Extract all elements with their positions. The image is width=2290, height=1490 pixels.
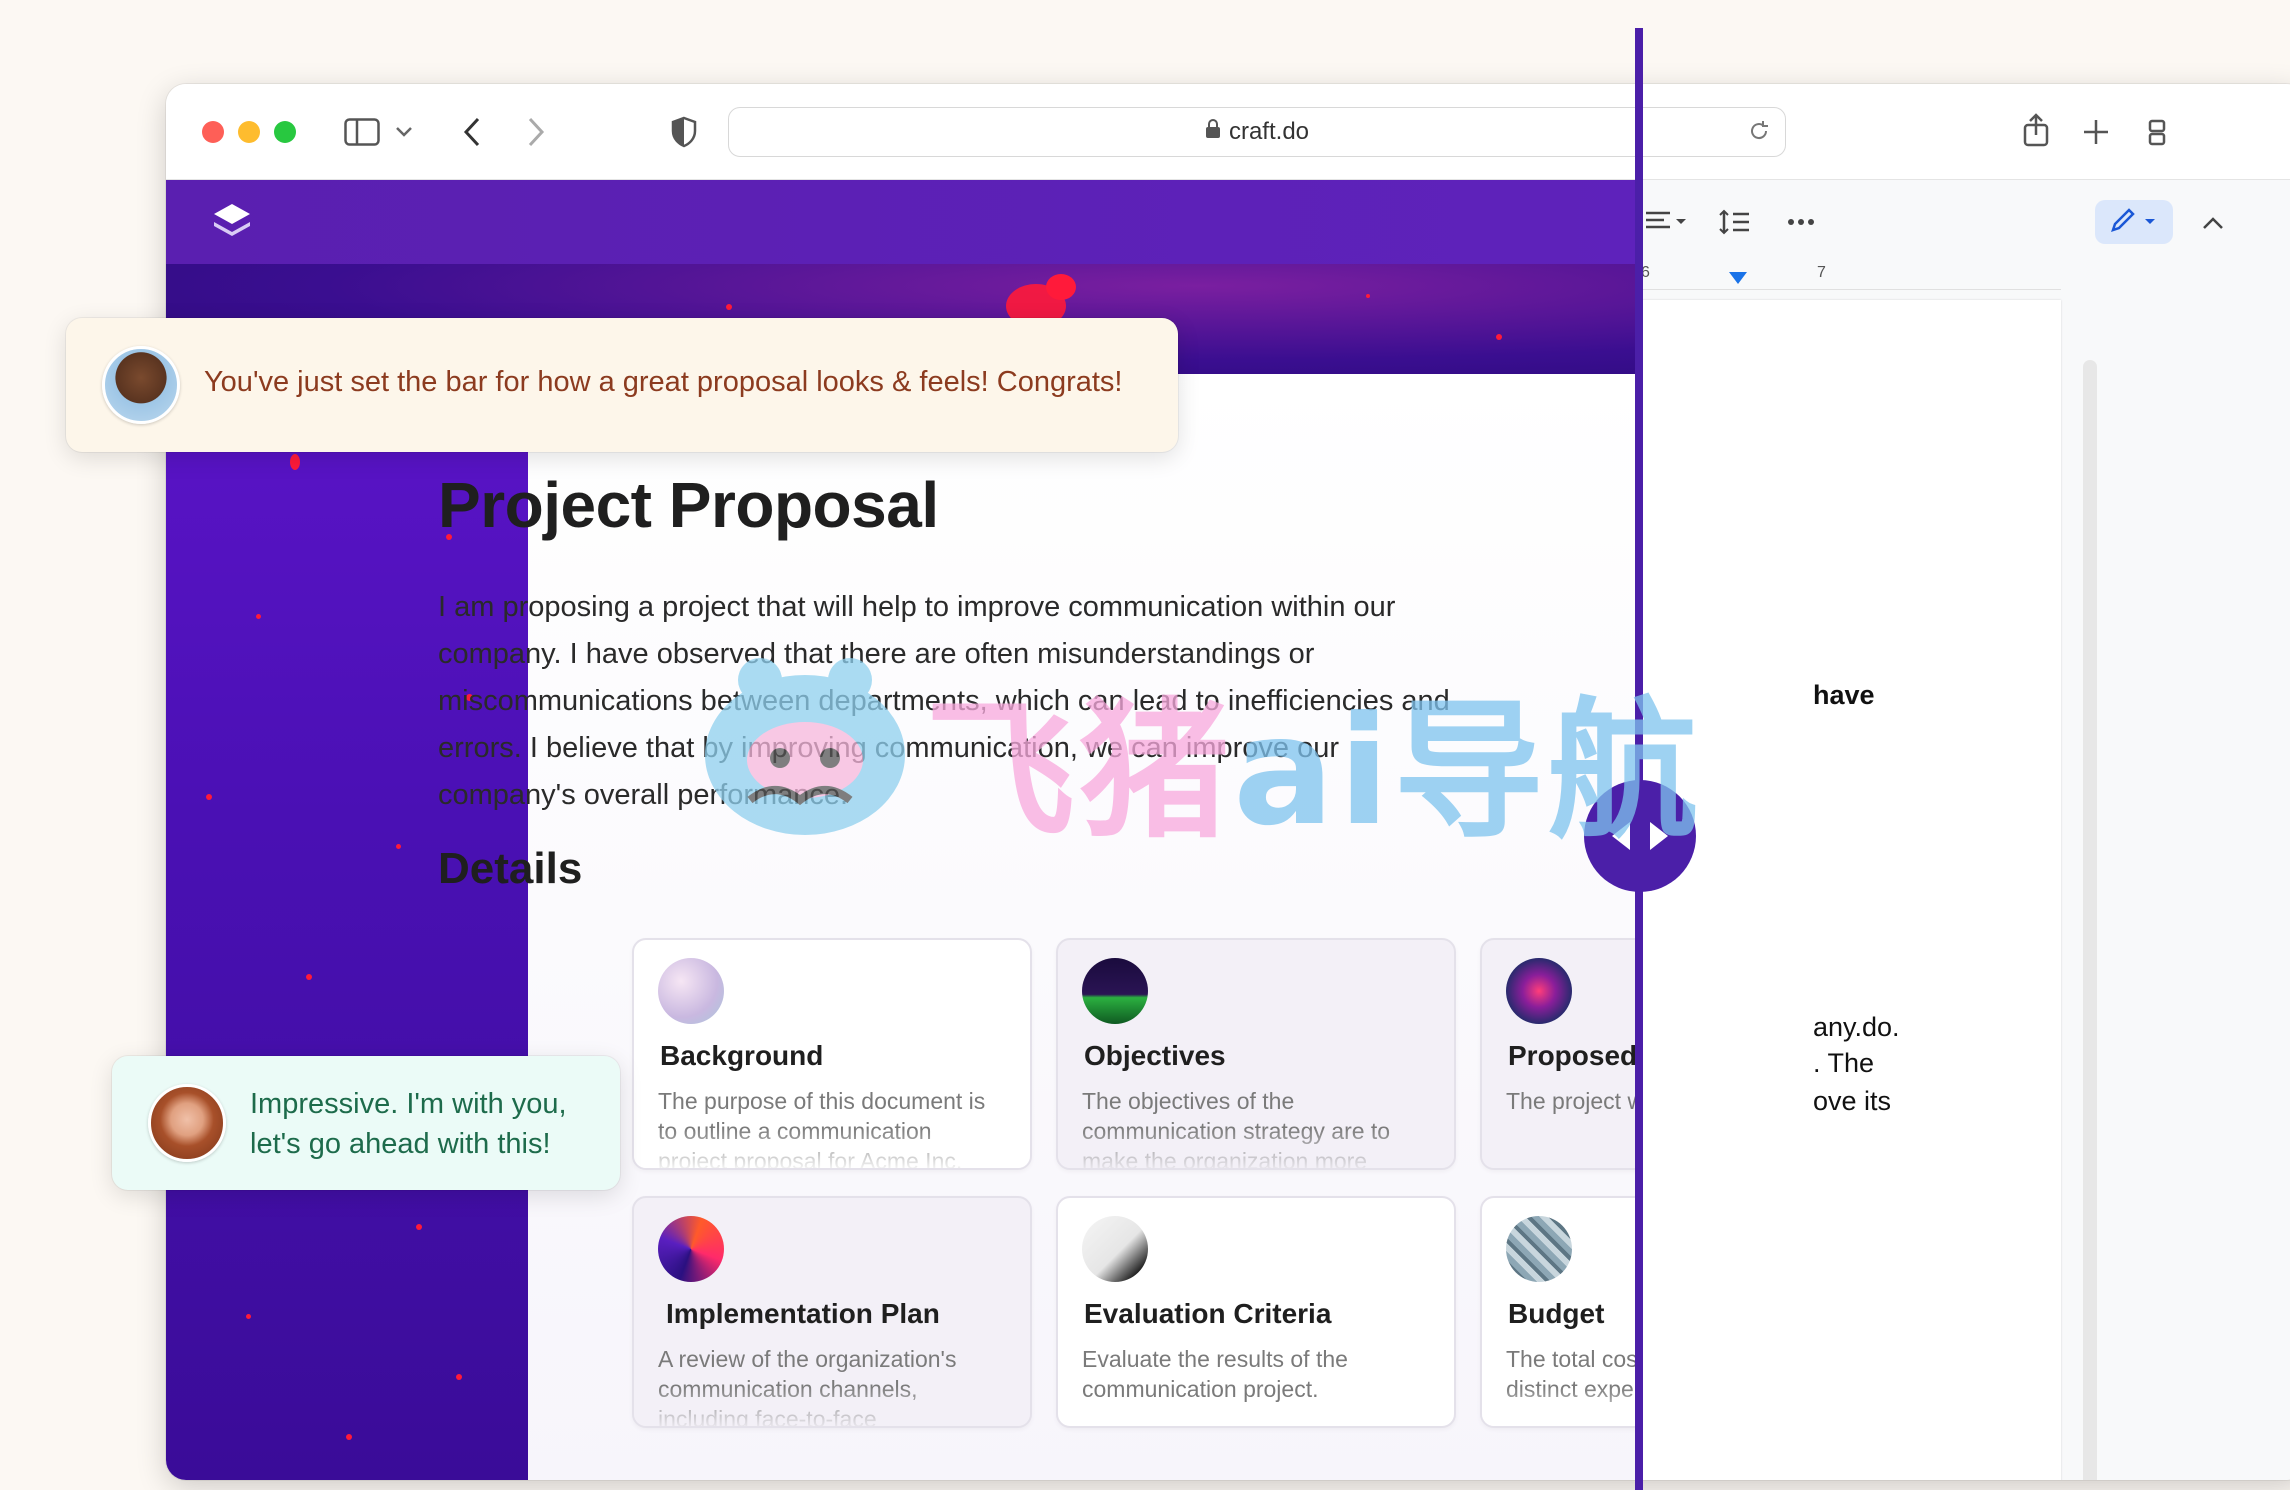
- watermark-blue: ai导航: [1233, 685, 1702, 859]
- watermark-pink: 飞猪: [925, 685, 1234, 859]
- docs-text-fragment: have: [1813, 680, 1875, 710]
- card-thumbnail: [1082, 1216, 1148, 1282]
- card-title: Budget: [1508, 1298, 1605, 1329]
- align-icon[interactable]: [1641, 204, 1691, 240]
- card-description: Evaluate the results of the communicatio…: [1082, 1346, 1348, 1402]
- lock-icon: [1205, 118, 1221, 146]
- card-title: Implementation Plan: [666, 1298, 940, 1329]
- craft-logo-icon[interactable]: [210, 200, 254, 249]
- card-thumbnail: [1506, 958, 1572, 1024]
- comment-bubble: You've just set the bar for how a great …: [66, 318, 1178, 452]
- sidebar-icon[interactable]: [342, 114, 382, 150]
- docs-ruler: 6 7: [1641, 262, 2061, 290]
- watermark: 飞猪ai导航: [700, 640, 1698, 859]
- docs-text-fragment: . The: [1813, 1048, 1875, 1078]
- card-thumbnail: [658, 958, 724, 1024]
- collapse-icon[interactable]: [2193, 208, 2233, 238]
- watermark-text: 飞猪ai导航: [925, 650, 1702, 867]
- docs-scrollbar[interactable]: [2083, 360, 2097, 1480]
- card-background[interactable]: Background The purpose of this document …: [632, 938, 1032, 1170]
- docs-text-fragment: any.do.: [1813, 1012, 1900, 1042]
- card-thumbnail: [1082, 958, 1148, 1024]
- share-icon[interactable]: [2016, 110, 2056, 150]
- tab-overview-icon[interactable]: [2141, 112, 2171, 152]
- card-title: Evaluation Criteria: [1084, 1298, 1332, 1329]
- back-icon[interactable]: [454, 114, 490, 150]
- card-implementation-plan[interactable]: Implementation Plan A review of the orga…: [632, 1196, 1032, 1428]
- comment-text: Impressive. I'm with you, let's go ahead…: [250, 1088, 567, 1160]
- craft-header: [166, 180, 1641, 264]
- docs-page: [1641, 300, 2061, 1480]
- avatar: [102, 346, 180, 424]
- details-heading: Details: [438, 844, 583, 893]
- card-objectives[interactable]: Objectives The objectives of the communi…: [1056, 938, 1456, 1170]
- zoom-window-button[interactable]: [274, 121, 296, 143]
- comment-bubble: Impressive. I'm with you, let's go ahead…: [112, 1056, 620, 1190]
- comment-text: You've just set the bar for how a great …: [204, 366, 1123, 398]
- card-title: Background: [660, 1040, 824, 1071]
- card-title: Objectives: [1084, 1040, 1226, 1071]
- forward-icon[interactable]: [518, 114, 554, 150]
- card-evaluation-criteria[interactable]: Evaluation Criteria Evaluate the results…: [1056, 1196, 1456, 1428]
- card-title: Proposed: [1508, 1040, 1638, 1071]
- address-bar[interactable]: craft.do: [728, 107, 1786, 157]
- reload-icon[interactable]: [1747, 119, 1771, 150]
- ruler-number: 7: [1817, 264, 1826, 281]
- google-docs-pane: 6 7 have any.do. . The ove its: [1641, 180, 2290, 1480]
- url-text: craft.do: [1228, 118, 1310, 145]
- line-spacing-icon[interactable]: [1715, 204, 1755, 240]
- pencil-icon[interactable]: [2095, 200, 2173, 244]
- indent-marker-icon[interactable]: [1729, 272, 1747, 284]
- close-window-button[interactable]: [202, 121, 224, 143]
- more-icon[interactable]: [1781, 208, 1821, 236]
- shield-icon[interactable]: [666, 114, 702, 150]
- avatar: [148, 1084, 226, 1162]
- chevron-down-icon[interactable]: [392, 120, 416, 144]
- new-tab-icon[interactable]: [2076, 112, 2116, 152]
- page-title: Project Proposal: [438, 469, 939, 541]
- docs-text-fragment: ove its: [1813, 1086, 1892, 1116]
- minimize-window-button[interactable]: [238, 121, 260, 143]
- pig-logo-icon: [705, 658, 905, 835]
- card-thumbnail: [658, 1216, 724, 1282]
- docs-toolbar: [1641, 180, 2290, 262]
- browser-toolbar: craft.do: [166, 84, 2290, 180]
- card-thumbnail: [1506, 1216, 1572, 1282]
